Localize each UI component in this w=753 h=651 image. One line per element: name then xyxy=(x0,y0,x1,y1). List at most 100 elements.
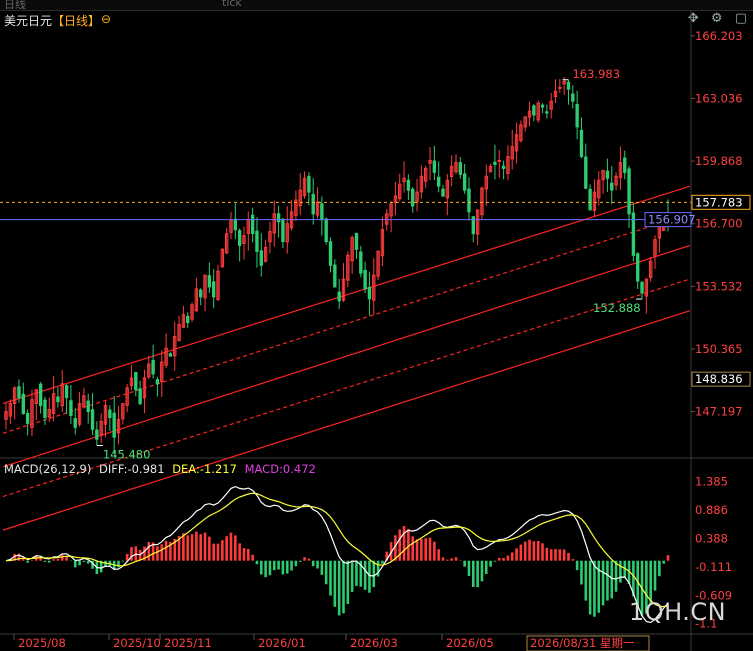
time-axis-label: 2026/05 xyxy=(446,636,494,650)
candle-body xyxy=(333,264,337,288)
cursor-date-label: 2026/08/31 星期一 xyxy=(530,636,635,650)
candle-body xyxy=(90,409,95,430)
candle-body xyxy=(69,400,73,416)
candle-body xyxy=(324,218,328,243)
candle-body xyxy=(640,281,644,294)
ma-price-label: 157.783 xyxy=(695,195,743,209)
candle-body xyxy=(17,386,21,399)
candle-body xyxy=(237,230,242,246)
candle-body xyxy=(276,213,281,223)
high-annotation: 163.983 xyxy=(572,67,620,81)
candle-body xyxy=(406,179,411,191)
trend-channel-line xyxy=(2,185,691,405)
macd-tick-label: 0.388 xyxy=(695,532,728,546)
candle-body xyxy=(411,188,415,207)
price-tick-label: 153.532 xyxy=(695,279,743,293)
candle-body xyxy=(605,170,610,179)
candle-body xyxy=(493,161,497,165)
time-axis-label: 2026/03 xyxy=(350,636,398,650)
crosshair-price-label: 148.836 xyxy=(695,372,743,386)
candle-body xyxy=(566,81,571,90)
candle-body xyxy=(38,383,43,407)
candle-body xyxy=(584,156,588,189)
candle-body xyxy=(211,281,216,298)
candle-body xyxy=(359,251,363,274)
candle-body xyxy=(441,188,445,197)
candle-body xyxy=(307,175,311,193)
candle-body xyxy=(64,385,69,399)
candle-body xyxy=(95,429,99,440)
candle-body xyxy=(436,176,441,187)
candle-body xyxy=(532,105,536,116)
candle-body xyxy=(207,275,212,288)
low-left-annotation: 145.480 xyxy=(103,448,151,462)
candle-body xyxy=(588,188,592,211)
candle-body xyxy=(168,353,173,357)
candle-body xyxy=(320,203,324,221)
last-price-label: 156.907 xyxy=(648,213,696,227)
candle-body xyxy=(21,393,25,414)
candle-body xyxy=(354,232,359,250)
candle-body xyxy=(73,418,77,428)
candle-body xyxy=(363,269,367,290)
time-axis-label: 2025/10 xyxy=(113,636,161,650)
macd-tick-label: 0.886 xyxy=(695,503,728,517)
watermark: 1QH.CN xyxy=(629,598,727,626)
candle-body xyxy=(623,157,627,173)
price-tick-label: 150.365 xyxy=(695,342,743,356)
candle-body xyxy=(25,413,30,424)
candle-body xyxy=(186,315,190,324)
price-tick-label: 156.700 xyxy=(695,217,743,231)
price-tick-label: 163.036 xyxy=(695,91,743,105)
low-right-annotation: 152.888 xyxy=(593,301,641,315)
candle-body xyxy=(255,230,259,252)
candle-body xyxy=(108,409,112,418)
macd-macd-value: MACD:0.472 xyxy=(244,462,316,476)
candle-body xyxy=(337,291,341,302)
candle-body xyxy=(367,286,372,300)
candle-body xyxy=(432,160,437,173)
candle-body xyxy=(501,165,506,169)
price-tick-label: 159.868 xyxy=(695,154,743,168)
candle-body xyxy=(250,214,255,235)
chart-canvas[interactable]: 157.783 156.907 148.836 163.983 145.480 152.8… xyxy=(0,0,753,651)
time-axis-label: 2025/08 xyxy=(18,636,66,650)
candle-body xyxy=(199,289,203,298)
candle-body xyxy=(579,129,584,158)
candle-body xyxy=(86,400,90,413)
candle-body xyxy=(155,379,160,385)
macd-tick-label: -0.111 xyxy=(695,560,732,574)
candle-body xyxy=(134,371,138,391)
candle-body xyxy=(571,93,575,102)
candle-body xyxy=(112,412,116,438)
candle-body xyxy=(575,103,579,128)
candle-body xyxy=(259,250,263,266)
candle-body xyxy=(545,111,549,114)
candle-body xyxy=(462,173,467,191)
candle-body xyxy=(281,218,285,243)
trend-channel-line xyxy=(2,310,691,531)
candle-body xyxy=(458,162,463,175)
candle-body xyxy=(311,193,315,215)
candle-body xyxy=(56,396,60,403)
candle-body xyxy=(636,253,640,282)
candle-body xyxy=(151,360,155,375)
macd-tick-label: 1.385 xyxy=(695,475,728,489)
macd-header: MACD(26,12,9) DIFF:-0.981 DEA:-1.217 MAC… xyxy=(4,462,320,476)
candle-body xyxy=(467,188,471,213)
trend-channel-line xyxy=(2,213,691,434)
price-tick-label: 166.203 xyxy=(695,29,743,43)
time-axis-label: 2026/01 xyxy=(258,636,306,650)
macd-diff-value: DIFF:-0.981 xyxy=(99,462,165,476)
candle-body xyxy=(138,388,142,405)
candle-body xyxy=(328,241,333,266)
candle-body xyxy=(610,182,614,191)
price-tick-label: 147.197 xyxy=(695,405,743,419)
candle-body xyxy=(497,159,501,162)
candle-body xyxy=(627,168,631,215)
time-axis-label: 2025/11 xyxy=(164,636,212,650)
candle-body xyxy=(233,218,238,231)
candle-body xyxy=(540,104,545,108)
macd-dea-value: DEA:-1.217 xyxy=(172,462,237,476)
macd-title: MACD(26,12,9) xyxy=(4,462,92,476)
